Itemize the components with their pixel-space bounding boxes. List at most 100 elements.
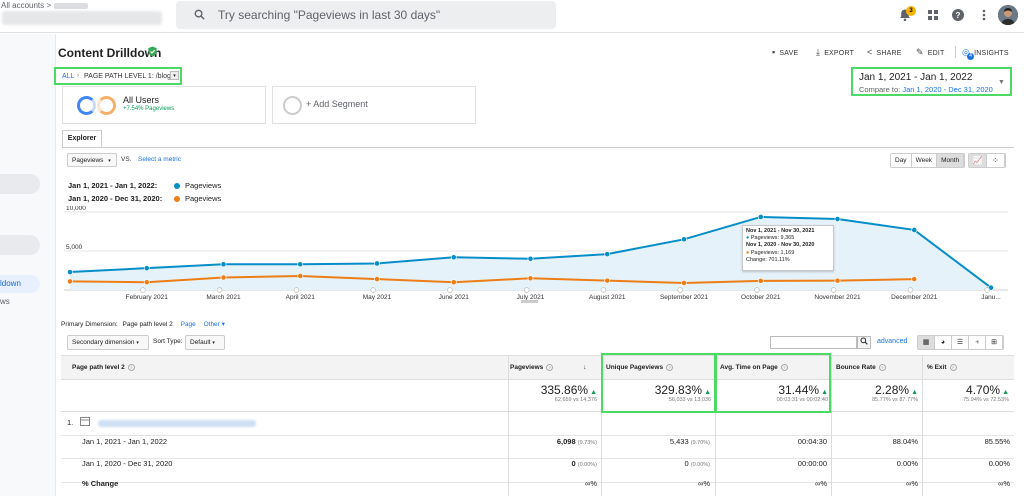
sidebar-item-next[interactable]: ws (0, 297, 10, 306)
annotation-marker (370, 287, 376, 293)
data-point-previous (911, 276, 918, 282)
sort-type-select[interactable]: Default ▾ (185, 335, 225, 350)
up-arrow-icon: ▲ (1002, 389, 1009, 396)
bounce-rate-header-label: Bounce Rate (836, 364, 876, 371)
period-month-button[interactable]: Month (937, 154, 965, 167)
empty-segment-icon (283, 96, 302, 115)
unique-pageviews-value: 5,433 (669, 437, 689, 446)
chart-resize-handle[interactable] (521, 300, 538, 303)
cell-exit: 0.00% (988, 459, 1010, 468)
help-icon[interactable]: ? (951, 8, 965, 22)
total-pageviews: 335.86% ▲ 62,659 vs 14,376 (487, 383, 597, 403)
select-metric-link[interactable]: Select a metric (138, 156, 181, 163)
tooltip-range-previous: Nov 1, 2020 - Nov 30, 2020 (746, 242, 815, 249)
segment-all-users[interactable]: All Users +7.54% Pageviews (62, 86, 266, 124)
data-point-current (834, 216, 841, 222)
breadcrumb-text: All accounts > (1, 1, 52, 10)
period-week-button[interactable]: Week (911, 154, 938, 167)
tab-explorer[interactable]: Explorer (62, 130, 102, 147)
data-point-previous (143, 279, 150, 286)
comparison-view-icon[interactable]: ⫞ (969, 336, 986, 349)
more-vert-icon[interactable] (977, 8, 991, 22)
table-view-icon[interactable]: ▦ (918, 336, 935, 349)
column-header-dimension[interactable]: Page path level 2? (72, 364, 135, 371)
data-point-current (450, 254, 457, 261)
legend-range-previous: Jan 1, 2020 - Dec 31, 2020: (68, 194, 163, 203)
date-range-current: Jan 1, 2021 - Jan 1, 2022 (859, 72, 973, 83)
path-dropdown[interactable]: ▾ (170, 71, 179, 80)
date-range-picker[interactable]: Jan 1, 2021 - Jan 1, 2022 Compare to: Ja… (851, 67, 1012, 96)
data-point-current (681, 236, 687, 243)
path-separator: › (77, 73, 79, 79)
data-point-previous (757, 277, 764, 284)
data-point-previous (374, 276, 380, 282)
chart-tooltip: Nov 1, 2021 - Nov 30, 2021 ● Pageviews: … (742, 225, 834, 271)
annotation-marker (984, 287, 990, 293)
primary-dimension-bar: Primary Dimension: Page path level 2 Pag… (61, 320, 225, 328)
period-toggle: Day Week Month (890, 153, 966, 168)
sidebar-item-content-drilldown[interactable]: ldown (0, 275, 40, 293)
column-header-bounce-rate[interactable]: Bounce Rate? (836, 364, 886, 371)
data-point-current (911, 227, 918, 233)
x-tick-label: June 2021 (439, 294, 470, 301)
primary-dimension-active: Page path level 2 (122, 321, 173, 328)
export-button[interactable]: ⤓ EXPORT (816, 47, 854, 58)
performance-view-icon[interactable]: ☰ (952, 336, 969, 349)
advanced-filter-link[interactable]: advanced (877, 338, 907, 345)
line-chart-icon[interactable]: 📈 (969, 154, 987, 167)
search-input[interactable]: Try searching "Pageviews in last 30 days… (218, 8, 440, 22)
chevron-down-icon: ▼ (998, 79, 1005, 86)
save-button[interactable]: ▪ SAVE (772, 47, 798, 57)
column-header-exit[interactable]: % Exit? (927, 364, 957, 371)
search-icon (194, 9, 205, 20)
data-point-current (67, 269, 73, 275)
pageviews-header-label: Pageviews (510, 364, 544, 371)
table-search-input[interactable] (770, 336, 857, 349)
edit-button[interactable]: ✎ EDIT (916, 47, 945, 58)
motion-chart-icon[interactable]: ⁘ (987, 154, 1005, 167)
redacted-account (54, 2, 89, 9)
secondary-dimension-select[interactable]: Secondary dimension ▾ (67, 335, 149, 350)
redacted-property-name[interactable] (2, 11, 162, 25)
segment-label: All Users (123, 95, 160, 105)
primary-dimension-other[interactable]: Other ▾ (204, 321, 225, 328)
search-bar[interactable]: Try searching "Pageviews in last 30 days… (176, 1, 556, 29)
redacted-page-path[interactable] (98, 420, 256, 427)
table-view-toggle: ▦ ◕ ☰ ⫞ ⊞ (917, 335, 1004, 350)
annotation-marker (907, 287, 914, 293)
table-search-button[interactable] (857, 336, 871, 349)
column-header-pageviews[interactable]: Pageviews? ↓ (510, 364, 587, 371)
sidebar-item-collapsed[interactable] (0, 235, 40, 255)
search-icon (860, 337, 868, 345)
primary-dimension-page[interactable]: Page (181, 321, 196, 328)
cell-bounce-rate: ∞% (905, 479, 918, 488)
up-arrow-icon: ▲ (590, 389, 597, 396)
row-detail-icon[interactable] (80, 417, 90, 426)
pivot-view-icon[interactable]: ⊞ (986, 336, 1003, 349)
cell-exit: ∞% (997, 479, 1010, 488)
annotation-marker (677, 287, 683, 293)
cell-unique-pageviews: 5,433 (9.70%) (600, 437, 710, 446)
account-breadcrumb[interactable]: All accounts > (1, 1, 89, 10)
add-segment-button[interactable]: + Add Segment (272, 86, 476, 124)
sidebar-item-collapsed[interactable] (0, 174, 40, 194)
pie-view-icon[interactable]: ◕ (935, 336, 952, 349)
page-title: Content Drilldown (58, 46, 162, 60)
chart-type-toggle: 📈 ⁘ (968, 153, 1006, 168)
avatar[interactable] (998, 5, 1018, 25)
share-button[interactable]: < SHARE (867, 47, 902, 57)
highlight-unique-pageviews (601, 353, 716, 413)
path-all-link[interactable]: ALL (62, 73, 74, 80)
x-tick-label: March 2021 (206, 294, 241, 301)
metric-select[interactable]: Pageviews ▾ (67, 153, 117, 167)
data-point-current (297, 261, 304, 268)
notification-badge: 3 (906, 6, 916, 16)
legend-range-current: Jan 1, 2021 - Jan 1, 2022: (68, 181, 158, 190)
apps-grid-icon[interactable] (926, 8, 940, 22)
period-day-button[interactable]: Day (891, 154, 912, 167)
cell-unique-pageviews: 0 (0.00%) (600, 459, 710, 468)
legend-metric-previous: Pageviews (185, 194, 222, 203)
data-point-previous (604, 277, 611, 284)
line-chart[interactable]: 10,000 5,000 February 2021 March 2021 April … (64, 206, 1008, 306)
segment-ring-icon (97, 96, 116, 115)
